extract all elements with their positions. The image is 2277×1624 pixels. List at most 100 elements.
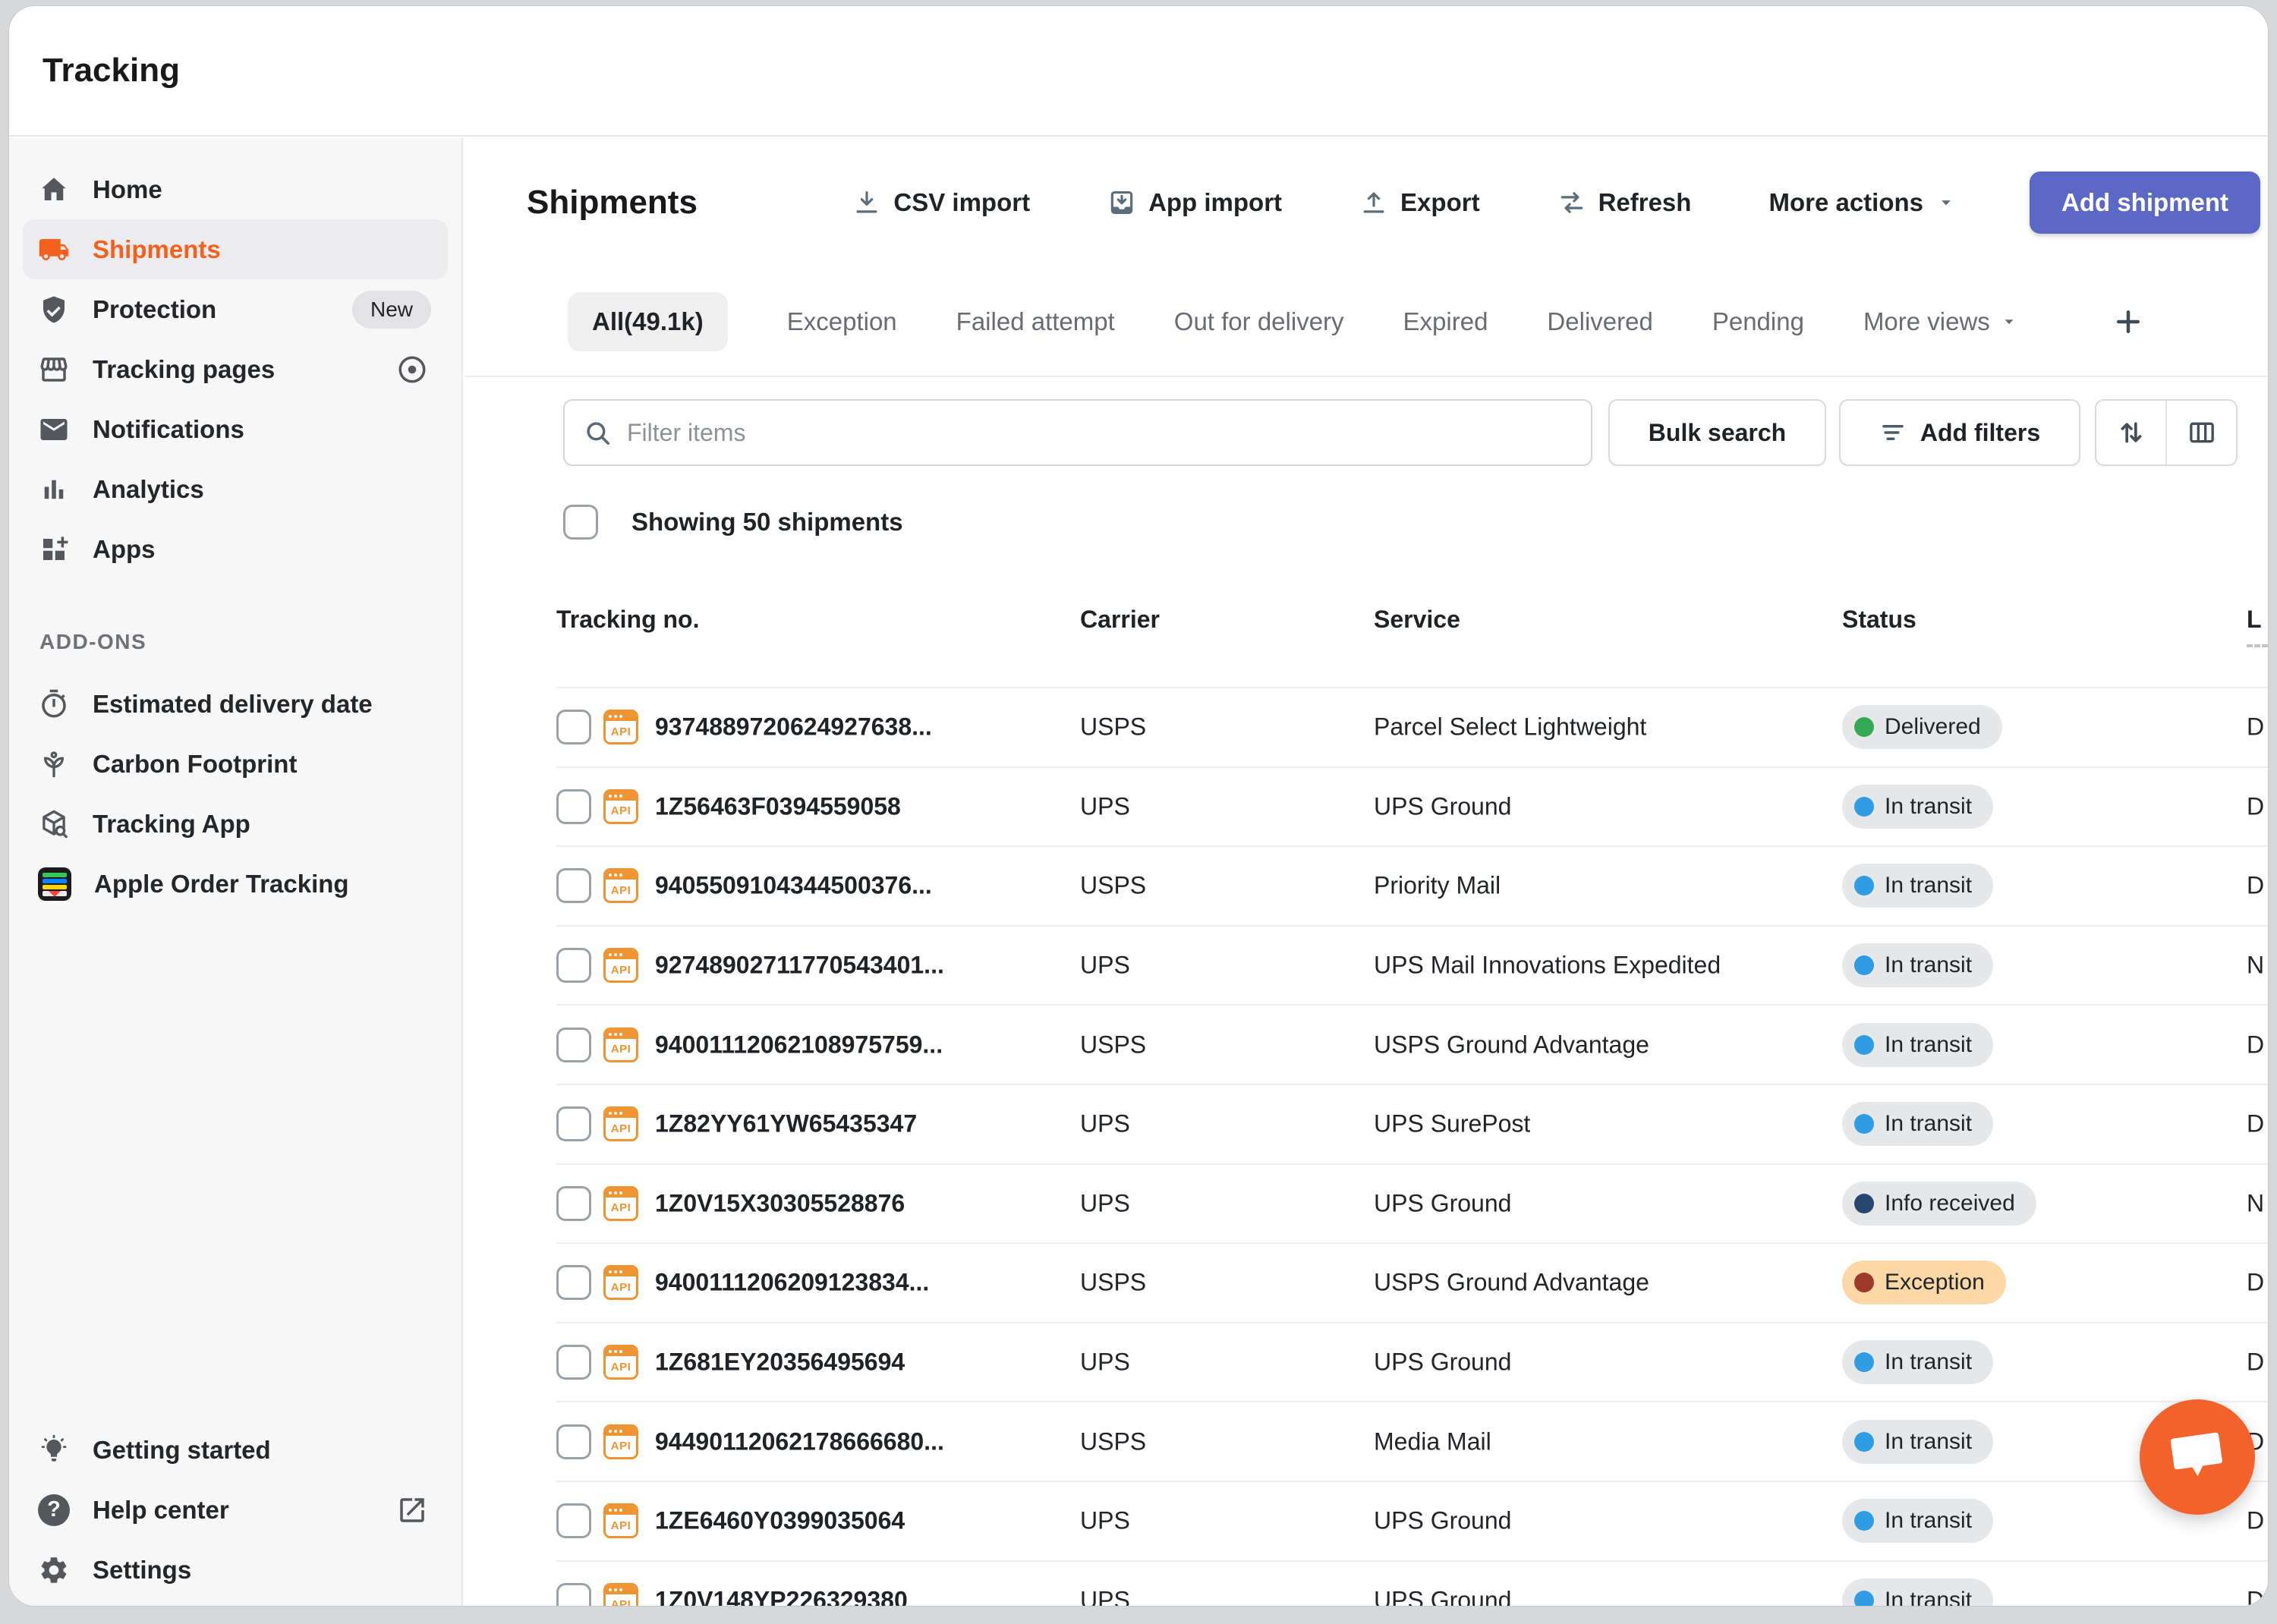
tracking-number[interactable]: 92748902711770543401... — [655, 952, 944, 980]
tab-delivered[interactable]: Delivered — [1547, 307, 1652, 336]
table-row[interactable]: API 1Z681EY20356495694 UPS UPS Ground In… — [556, 1322, 2268, 1402]
filter-items-input[interactable] — [625, 418, 1573, 448]
table-row[interactable]: API 1ZE6460Y0399035064 UPS UPS Ground In… — [556, 1481, 2268, 1560]
status-badge: In transit — [1842, 785, 1993, 829]
tracking-number[interactable]: 9400111206209123834... — [655, 1269, 929, 1297]
tracking-number[interactable]: 1Z0V15X30305528876 — [655, 1189, 905, 1217]
column-carrier[interactable]: Carrier — [1080, 606, 1160, 634]
row-checkbox[interactable] — [556, 789, 591, 824]
tracking-number[interactable]: 94001112062108975759... — [655, 1031, 943, 1059]
tracking-number[interactable]: 1Z56463F0394559058 — [655, 792, 901, 820]
table-row[interactable]: API 1Z0V148YP226329380 UPS UPS Ground In… — [556, 1560, 2268, 1606]
app-import-button[interactable]: App import — [1103, 187, 1287, 218]
chat-widget-button[interactable] — [2140, 1399, 2255, 1515]
tracking-number[interactable]: 94490112062178666680... — [655, 1427, 944, 1456]
status-dot-icon — [1854, 1273, 1874, 1292]
column-service[interactable]: Service — [1374, 606, 1460, 634]
status-dot-icon — [1854, 1114, 1874, 1134]
table-row[interactable]: API 1Z0V15X30305528876 UPS UPS Ground In… — [556, 1163, 2268, 1243]
table-row[interactable]: API 94001112062108975759... USPS USPS Gr… — [556, 1004, 2268, 1084]
sort-button[interactable] — [2096, 401, 2165, 464]
chevron-down-icon — [1935, 192, 1957, 213]
tracking-number[interactable]: 1Z681EY20356495694 — [655, 1349, 905, 1377]
status-label: In transit — [1885, 1111, 1972, 1137]
api-source-icon: API — [603, 1106, 638, 1141]
sidebar-item-tracking-pages[interactable]: Tracking pages — [23, 339, 448, 399]
sidebar-item-apple-order-tracking[interactable]: Apple Order Tracking — [23, 854, 448, 914]
table-row[interactable]: API 94490112062178666680... USPS Media M… — [556, 1401, 2268, 1481]
last-checkpoint-cell: D — [2247, 1031, 2264, 1059]
sidebar-item-help-center[interactable]: Help center — [23, 1480, 448, 1540]
carrier-cell: USPS — [1080, 1427, 1146, 1456]
row-checkbox[interactable] — [556, 1265, 591, 1300]
row-checkbox[interactable] — [556, 1424, 591, 1459]
row-checkbox[interactable] — [556, 1186, 591, 1221]
tab-expired[interactable]: Expired — [1403, 307, 1488, 336]
row-checkbox[interactable] — [556, 1028, 591, 1062]
columns-button[interactable] — [2165, 401, 2236, 464]
selection-summary: Showing 50 shipments — [563, 502, 903, 542]
sidebar-item-tracking-app[interactable]: Tracking App — [23, 794, 448, 854]
column-last-checkpoint[interactable]: L — [2247, 606, 2268, 647]
sidebar-item-getting-started[interactable]: Getting started — [23, 1420, 448, 1480]
tab-exception[interactable]: Exception — [787, 307, 897, 336]
api-icon-label: API — [606, 1276, 636, 1298]
csv-import-button[interactable]: CSV import — [848, 187, 1035, 218]
carrier-cell: UPS — [1080, 1507, 1130, 1535]
bulk-search-button[interactable]: Bulk search — [1608, 399, 1826, 466]
row-checkbox[interactable] — [556, 1345, 591, 1380]
stopwatch-icon — [38, 688, 70, 720]
row-checkbox[interactable] — [556, 868, 591, 903]
sidebar-item-apps[interactable]: Apps — [23, 519, 448, 579]
sidebar-item-label: Help center — [93, 1496, 229, 1525]
api-icon-dots — [606, 1030, 636, 1039]
table-row[interactable]: API 1Z56463F0394559058 UPS UPS Ground In… — [556, 766, 2268, 846]
sidebar-item-analytics[interactable]: Analytics — [23, 459, 448, 519]
sidebar-item-settings[interactable]: Settings — [23, 1540, 448, 1600]
eye-preview-icon[interactable] — [396, 354, 428, 386]
column-tracking-no[interactable]: Tracking no. — [556, 606, 699, 634]
row-checkbox[interactable] — [556, 1503, 591, 1538]
row-checkbox[interactable] — [556, 710, 591, 744]
row-checkbox[interactable] — [556, 948, 591, 983]
sidebar-item-notifications[interactable]: Notifications — [23, 399, 448, 459]
api-icon-label: API — [606, 1594, 636, 1606]
sidebar-item-shipments[interactable]: Shipments — [23, 219, 448, 279]
add-shipment-button[interactable]: Add shipment — [2030, 172, 2260, 234]
mail-icon — [38, 414, 70, 445]
table-row[interactable]: API 1Z82YY61YW65435347 UPS UPS SurePost … — [556, 1084, 2268, 1163]
add-view-button[interactable] — [2112, 305, 2145, 338]
more-actions-button[interactable]: More actions — [1764, 187, 1961, 218]
table-row[interactable]: API 92748902711770543401... UPS UPS Mail… — [556, 925, 2268, 1005]
column-status[interactable]: Status — [1842, 606, 1916, 634]
tab-all[interactable]: All(49.1k) — [568, 292, 728, 351]
table-row[interactable]: API 9374889720624927638... USPS Parcel S… — [556, 687, 2268, 766]
row-checkbox[interactable] — [556, 1583, 591, 1606]
tab-failed-attempt[interactable]: Failed attempt — [956, 307, 1115, 336]
tab-pending[interactable]: Pending — [1712, 307, 1804, 336]
tracking-number[interactable]: 1ZE6460Y0399035064 — [655, 1507, 905, 1535]
export-button[interactable]: Export — [1355, 187, 1485, 218]
last-checkpoint-cell: D — [2247, 1349, 2264, 1377]
tracking-number[interactable]: 9405509104344500376... — [655, 872, 932, 900]
shield-check-icon — [38, 294, 70, 326]
tab-more-views[interactable]: More views — [1863, 307, 2019, 336]
table-row[interactable]: API 9400111206209123834... USPS USPS Gro… — [556, 1242, 2268, 1322]
tab-out-for-delivery[interactable]: Out for delivery — [1174, 307, 1344, 336]
sidebar-item-home[interactable]: Home — [23, 159, 448, 219]
table-row[interactable]: API 9405509104344500376... USPS Priority… — [556, 845, 2268, 925]
add-filters-button[interactable]: Add filters — [1839, 399, 2080, 466]
api-source-icon: API — [603, 948, 638, 983]
refresh-button[interactable]: Refresh — [1553, 187, 1696, 218]
row-checkbox[interactable] — [556, 1106, 591, 1141]
select-all-checkbox[interactable] — [563, 505, 598, 540]
sidebar-item-estimated-delivery-date[interactable]: Estimated delivery date — [23, 674, 448, 734]
sidebar-item-carbon-footprint[interactable]: Carbon Footprint — [23, 734, 448, 794]
app-import-icon — [1107, 188, 1136, 217]
tracking-number[interactable]: 1Z82YY61YW65435347 — [655, 1110, 917, 1138]
tracking-number[interactable]: 9374889720624927638... — [655, 713, 932, 741]
sidebar-item-protection[interactable]: Protection New — [23, 279, 448, 339]
tracking-number[interactable]: 1Z0V148YP226329380 — [655, 1586, 908, 1606]
apps-grid-icon — [38, 533, 70, 565]
api-source-icon: API — [603, 1028, 638, 1062]
